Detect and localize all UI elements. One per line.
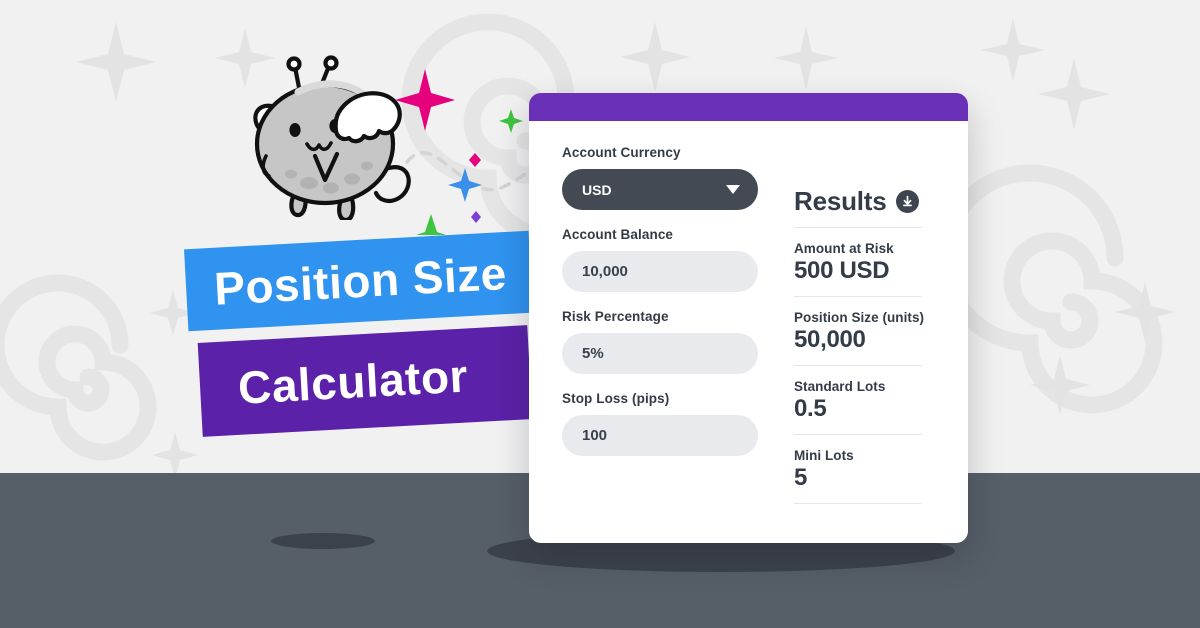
result-value-standard-lots: 0.5 — [794, 395, 827, 422]
field-account-balance: Account Balance 10,000 — [562, 227, 767, 292]
download-arrow-icon[interactable] — [895, 190, 919, 213]
result-item-mini-lots: Mini Lots 5 — [794, 448, 938, 504]
result-label-standard-lots: Standard Lots — [794, 379, 886, 394]
risk-percentage-input[interactable]: 5% — [562, 333, 758, 374]
result-label-amount-at-risk: Amount at Risk — [794, 241, 894, 256]
result-value-mini-lots: 5 — [794, 464, 808, 491]
result-label-mini-lots: Mini Lots — [794, 448, 854, 463]
title-banner-line2: Calculator — [197, 325, 533, 437]
mascot-shadow — [271, 533, 375, 549]
risk-percentage-value: 5% — [582, 345, 604, 362]
field-stop-loss: Stop Loss (pips) 100 — [562, 391, 767, 456]
result-label-position-size: Position Size (units) — [794, 310, 925, 325]
account-balance-value: 10,000 — [582, 263, 628, 280]
form-column: Account Currency USD Account Balance 10,… — [562, 145, 767, 517]
field-label-stop-loss: Stop Loss (pips) — [562, 391, 670, 406]
result-value-position-size: 50,000 — [794, 326, 866, 353]
field-account-currency: Account Currency USD — [562, 145, 767, 210]
card-header-bar — [529, 93, 968, 121]
currency-select-value: USD — [582, 181, 612, 198]
result-value-amount-at-risk: 500 USD — [794, 257, 890, 284]
result-item-standard-lots: Standard Lots 0.5 — [794, 379, 938, 435]
result-divider — [794, 503, 922, 504]
chevron-down-icon — [726, 185, 740, 194]
flying-cat-mascot-icon — [253, 55, 411, 220]
field-label-risk-percentage: Risk Percentage — [562, 309, 669, 324]
results-divider-top — [794, 227, 922, 228]
result-item-amount-at-risk: Amount at Risk 500 USD — [794, 241, 938, 297]
stop-loss-input[interactable]: 100 — [562, 415, 758, 456]
field-label-account-balance: Account Balance — [562, 227, 674, 242]
result-divider — [794, 365, 922, 366]
field-risk-percentage: Risk Percentage 5% — [562, 309, 767, 374]
currency-select[interactable]: USD — [562, 169, 758, 210]
results-heading: Results — [794, 186, 938, 217]
title-banner-line1-text: Position Size — [212, 247, 508, 315]
card-body: Account Currency USD Account Balance 10,… — [529, 121, 968, 517]
account-balance-input[interactable]: 10,000 — [562, 251, 758, 292]
stop-loss-value: 100 — [582, 427, 608, 444]
result-divider — [794, 434, 922, 435]
field-label-account-currency: Account Currency — [562, 145, 681, 160]
results-column: Results Amount at Risk 500 USD Position … — [767, 145, 938, 517]
calculator-card: Account Currency USD Account Balance 10,… — [529, 93, 968, 543]
title-banner-line2-text: Calculator — [236, 349, 470, 414]
results-title: Results — [794, 186, 887, 216]
result-divider — [794, 296, 922, 297]
result-item-position-size: Position Size (units) 50,000 — [794, 310, 938, 366]
